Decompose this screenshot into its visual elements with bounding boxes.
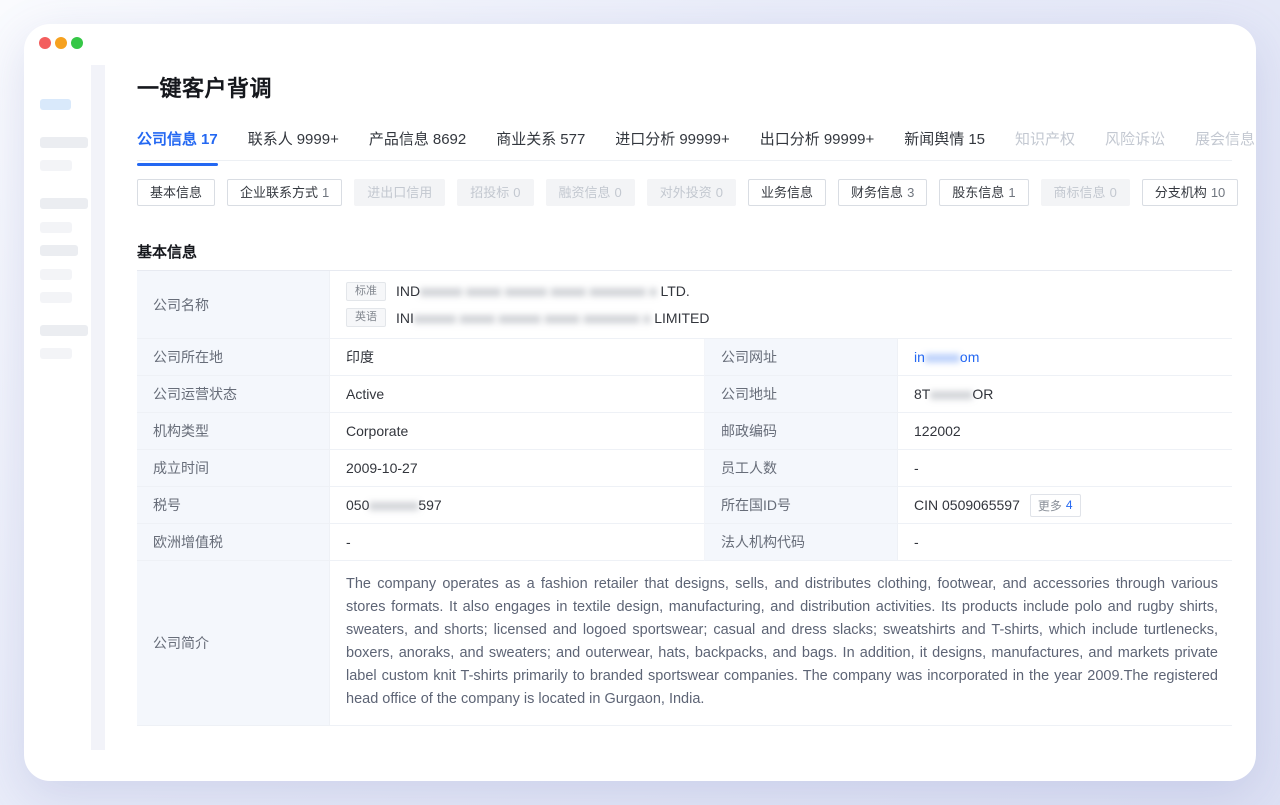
sidebar-skeleton-bar bbox=[40, 245, 78, 256]
row-label-website: 公司网址 bbox=[705, 339, 898, 376]
row-label-location: 公司所在地 bbox=[137, 339, 330, 376]
row-label-founded-date: 成立时间 bbox=[137, 450, 330, 487]
sidebar-skeleton-bar bbox=[40, 160, 72, 171]
company-website-link[interactable]: inxxxxxom bbox=[914, 349, 979, 365]
lei-code-value: - bbox=[898, 524, 1232, 561]
tab-business-relations[interactable]: 商业关系577 bbox=[496, 125, 585, 160]
sidebar-skeleton-bar bbox=[40, 269, 72, 280]
org-type-value: Corporate bbox=[330, 413, 705, 450]
operating-status-value: Active bbox=[330, 376, 705, 413]
row-label-employee-count: 员工人数 bbox=[705, 450, 898, 487]
redacted-text: xxxxx bbox=[925, 349, 960, 365]
app-window: 一键客户背调 公司信息17 联系人9999+ 产品信息8692 商业关系577 … bbox=[24, 24, 1256, 781]
row-label-postal-code: 邮政编码 bbox=[705, 413, 898, 450]
sidebar-skeleton-bar bbox=[40, 292, 72, 303]
company-name-text: INIxxxxxx xxxxx xxxxxx xxxxx xxxxxxxx x … bbox=[396, 310, 709, 326]
name-tag-english: 英语 bbox=[346, 308, 386, 327]
subtab-financing-info: 融资信息0 bbox=[546, 179, 635, 206]
sidebar-divider bbox=[91, 65, 105, 750]
sidebar-skeleton-bar bbox=[40, 137, 88, 148]
row-label-operating-status: 公司运营状态 bbox=[137, 376, 330, 413]
subtab-contact-methods[interactable]: 企业联系方式1 bbox=[227, 179, 342, 206]
zoom-button[interactable] bbox=[71, 37, 83, 49]
row-label-eu-vat: 欧洲增值税 bbox=[137, 524, 330, 561]
tab-company-info[interactable]: 公司信息17 bbox=[137, 125, 218, 160]
company-name-english: 英语 INIxxxxxx xxxxx xxxxxx xxxxx xxxxxxxx… bbox=[346, 308, 709, 327]
eu-vat-value: - bbox=[330, 524, 705, 561]
row-label-org-type: 机构类型 bbox=[137, 413, 330, 450]
location-value: 印度 bbox=[330, 339, 705, 376]
company-name-cell: 标准 INDxxxxxx xxxxx xxxxxx xxxxx xxxxxxxx… bbox=[330, 271, 1232, 339]
subtab-bidding: 招投标0 bbox=[457, 179, 533, 206]
subtab-financial-info[interactable]: 财务信息3 bbox=[838, 179, 927, 206]
tax-id-value: 050xxxxxxx597 bbox=[330, 487, 705, 524]
name-tag-standard: 标准 bbox=[346, 282, 386, 301]
sub-tab-bar: 基本信息 企业联系方式1 进出口信用 招投标0 融资信息0 对外投资0 业务信息… bbox=[137, 179, 1238, 206]
subtab-trademark-info: 商标信息0 bbox=[1041, 179, 1130, 206]
page-title: 一键客户背调 bbox=[137, 71, 272, 103]
section-title-basic-info: 基本信息 bbox=[137, 241, 197, 262]
tab-risk-litigation: 风险诉讼 bbox=[1105, 125, 1165, 160]
company-name-standard: 标准 INDxxxxxx xxxxx xxxxxx xxxxx xxxxxxxx… bbox=[346, 282, 690, 301]
basic-info-table: 公司名称 标准 INDxxxxxx xxxxx xxxxxx xxxxx xxx… bbox=[137, 270, 1232, 726]
subtab-basic-info[interactable]: 基本信息 bbox=[137, 179, 215, 206]
row-label-address: 公司地址 bbox=[705, 376, 898, 413]
subtab-business-info[interactable]: 业务信息 bbox=[748, 179, 826, 206]
sidebar-skeleton-bar bbox=[40, 348, 72, 359]
subtab-import-export-credit: 进出口信用 bbox=[354, 179, 445, 206]
tab-products[interactable]: 产品信息8692 bbox=[369, 125, 466, 160]
subtab-shareholder-info[interactable]: 股东信息1 bbox=[939, 179, 1028, 206]
website-value: inxxxxxom bbox=[898, 339, 1232, 376]
tab-contacts[interactable]: 联系人9999+ bbox=[248, 125, 339, 160]
redacted-text: xxxxxx xxxxx xxxxxx xxxxx xxxxxxxx x bbox=[420, 283, 656, 299]
sidebar-skeleton-bar bbox=[40, 198, 88, 209]
row-label-tax-id: 税号 bbox=[137, 487, 330, 524]
company-profile-text: The company operates as a fashion retail… bbox=[346, 573, 1218, 711]
tab-news-sentiment[interactable]: 新闻舆情15 bbox=[904, 125, 985, 160]
employee-count-value: - bbox=[898, 450, 1232, 487]
redacted-text: xxxxxx xxxxx xxxxxx xxxxx xxxxxxxx x bbox=[414, 310, 650, 326]
redacted-text: xxxxxxx bbox=[369, 497, 418, 513]
sidebar-skeleton-bar bbox=[40, 325, 88, 336]
company-name-text: INDxxxxxx xxxxx xxxxxx xxxxx xxxxxxxx x … bbox=[396, 283, 690, 299]
subtab-outbound-investment: 对外投资0 bbox=[647, 179, 736, 206]
national-id-value: CIN 0509065597 更多4 bbox=[898, 487, 1232, 524]
row-label-national-id: 所在国ID号 bbox=[705, 487, 898, 524]
subtab-branches[interactable]: 分支机构10 bbox=[1142, 179, 1238, 206]
tab-export-analysis[interactable]: 出口分析99999+ bbox=[760, 125, 875, 160]
founded-date-value: 2009-10-27 bbox=[330, 450, 705, 487]
tab-exhibition-info: 展会信息 bbox=[1195, 125, 1255, 160]
row-label-company-profile: 公司简介 bbox=[137, 561, 330, 726]
row-label-lei-code: 法人机构代码 bbox=[705, 524, 898, 561]
tab-intellectual-property: 知识产权 bbox=[1015, 125, 1075, 160]
row-label-company-name: 公司名称 bbox=[137, 271, 330, 339]
company-profile-cell: The company operates as a fashion retail… bbox=[330, 561, 1232, 726]
address-value: 8TxxxxxxOR bbox=[898, 376, 1232, 413]
minimize-button[interactable] bbox=[55, 37, 67, 49]
postal-code-value: 122002 bbox=[898, 413, 1232, 450]
close-button[interactable] bbox=[39, 37, 51, 49]
window-controls bbox=[39, 37, 83, 49]
more-ids-button[interactable]: 更多4 bbox=[1030, 494, 1081, 517]
sidebar-skeleton-bar bbox=[40, 222, 72, 233]
redacted-text: xxxxxx bbox=[930, 386, 972, 402]
tab-import-analysis[interactable]: 进口分析99999+ bbox=[615, 125, 730, 160]
sidebar-skeleton-bar-active[interactable] bbox=[40, 99, 71, 110]
top-tab-bar: 公司信息17 联系人9999+ 产品信息8692 商业关系577 进口分析999… bbox=[137, 125, 1232, 161]
